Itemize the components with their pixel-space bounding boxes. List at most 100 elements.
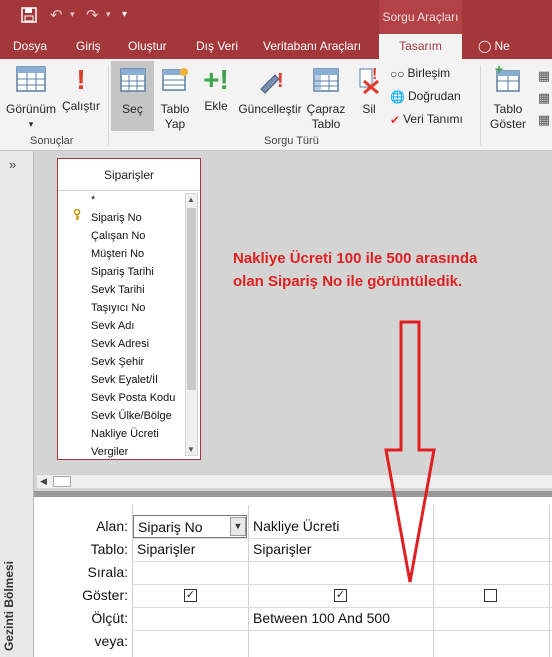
scroll-up-icon[interactable]: ▲	[187, 195, 195, 204]
data-definition-icon: ✔	[390, 112, 401, 127]
make-table-button[interactable]: Tablo Yap	[155, 65, 195, 135]
union-button[interactable]: ○○ Birleşim	[390, 63, 450, 83]
select-query-icon	[111, 65, 154, 98]
tell-me-box[interactable]: ◯Ne yapmak	[478, 34, 552, 78]
update-button[interactable]: ! Güncelleştir	[235, 65, 305, 131]
append-icon: +!	[203, 64, 229, 95]
show-checkbox[interactable]: ✓	[184, 589, 197, 602]
delete-label: Sil	[362, 102, 376, 116]
undo-dropdown-icon[interactable]: ▾	[70, 9, 75, 20]
svg-text:+: +	[495, 65, 503, 77]
show-table-label: Tablo Göster	[489, 102, 526, 131]
show-table-button[interactable]: + Tablo Göster	[486, 61, 530, 135]
field-item[interactable]: Sevk Şehir	[58, 353, 184, 371]
key-icon	[73, 208, 81, 227]
scrollbar-thumb[interactable]	[187, 208, 196, 390]
tab-olustur[interactable]: Oluştur	[128, 34, 167, 59]
query-design-grid: Alan: Tablo: Sırala: Göster: Ölçüt: veya…	[34, 497, 552, 657]
show-table-icon: +	[486, 61, 530, 98]
table-cell[interactable]	[434, 538, 548, 561]
navigation-pane-label[interactable]: Gezinti Bölmesi	[2, 561, 16, 651]
make-table-icon	[155, 65, 195, 98]
select-query-label: Seç	[122, 102, 143, 116]
crosstab-button[interactable]: Çapraz Tablo	[305, 65, 347, 135]
redo-icon[interactable]: ↷	[86, 6, 99, 24]
field-item[interactable]: Sevk Posta Kodu	[58, 389, 184, 407]
separator	[480, 65, 481, 145]
union-icon: ○○	[390, 66, 405, 81]
row-label-or: veya:	[94, 633, 128, 649]
field-item[interactable]: Müşteri No	[58, 245, 184, 263]
navigation-pane: » Gezinti Bölmesi	[0, 151, 34, 657]
query-design-upper-pane: Siparişler * Sipariş No Çalışan No Müşte…	[34, 151, 552, 491]
field-cell[interactable]	[434, 515, 548, 538]
run-button-label: Çalıştır	[61, 99, 100, 113]
row-label-table: Tablo:	[90, 541, 128, 557]
field-list-scrollbar[interactable]: ▲ ▼	[185, 193, 198, 456]
show-checkbox[interactable]: ✓	[334, 589, 347, 602]
tab-giris[interactable]: Giriş	[76, 34, 101, 59]
svg-text:!: !	[372, 66, 377, 83]
update-icon: !	[235, 65, 305, 98]
horizontal-scrollbar[interactable]: ◀	[37, 474, 552, 488]
tab-dosya[interactable]: Dosya	[13, 34, 47, 59]
criteria-cell[interactable]: Between 100 And 500	[249, 607, 432, 630]
sort-cell[interactable]	[133, 561, 247, 584]
scrollbar-thumb[interactable]	[53, 476, 71, 487]
grid-column-divider	[549, 505, 550, 657]
run-button[interactable]: ! Çalıştır	[58, 65, 104, 131]
globe-icon: 🌐	[390, 89, 405, 104]
append-label: Ekle	[204, 99, 228, 113]
field-item[interactable]: Sevk Eyalet/İl	[58, 371, 184, 389]
pass-through-button[interactable]: 🌐 Doğrudan	[390, 86, 461, 106]
tab-veritabani-araclari[interactable]: Veritabanı Araçları	[263, 34, 361, 59]
tab-dis-veri[interactable]: Dış Veri	[196, 34, 238, 59]
field-item[interactable]: Vergiler	[58, 443, 184, 461]
table-field-list[interactable]: Siparişler * Sipariş No Çalışan No Müşte…	[57, 158, 201, 460]
field-item[interactable]: Sevk Adresi	[58, 335, 184, 353]
field-item[interactable]: Nakliye Ücreti	[58, 425, 184, 443]
table-title[interactable]: Siparişler	[58, 159, 200, 191]
row-label-criteria: Ölçüt:	[91, 610, 128, 626]
view-button[interactable]: Görünüm ▾	[5, 65, 57, 131]
save-icon[interactable]	[21, 7, 37, 27]
update-label: Güncelleştir	[238, 102, 302, 116]
field-item[interactable]: Sevk Tarihi	[58, 281, 184, 299]
ribbon: Görünüm ▾ ! Çalıştır Seç Tablo Yap +! Ek…	[0, 59, 552, 151]
delete-button[interactable]: ! Sil	[354, 65, 384, 131]
down-arrow-icon	[384, 320, 436, 583]
table-cell[interactable]: Siparişler	[133, 538, 247, 561]
annotation-line: olan Sipariş No ile görüntüledik.	[233, 273, 463, 290]
expand-nav-icon[interactable]: »	[9, 157, 16, 172]
or-cell[interactable]	[249, 630, 432, 653]
append-button[interactable]: +! Ekle	[199, 65, 233, 131]
row-label-field: Alan:	[96, 518, 128, 534]
field-dropdown-icon[interactable]: ▼	[230, 517, 246, 536]
criteria-cell[interactable]	[133, 607, 247, 630]
field-item[interactable]: Sevk Ülke/Bölge	[58, 407, 184, 425]
field-item-primary-key[interactable]: Sipariş No	[58, 208, 184, 227]
data-definition-button[interactable]: ✔ Veri Tanımı	[390, 109, 463, 129]
field-label: Sipariş No	[91, 212, 142, 224]
select-query-button[interactable]: Seç	[111, 61, 154, 131]
field-item[interactable]: Sevk Adı	[58, 317, 184, 335]
criteria-cell[interactable]	[434, 607, 548, 630]
show-checkbox[interactable]	[484, 589, 497, 602]
redo-dropdown-icon[interactable]: ▾	[106, 9, 111, 20]
field-item[interactable]: Taşıyıcı No	[58, 299, 184, 317]
field-item[interactable]: *	[58, 191, 184, 209]
contextual-tab-title: Sorgu Araçları	[379, 0, 462, 34]
field-item[interactable]: Çalışan No	[58, 227, 184, 245]
or-cell[interactable]	[133, 630, 247, 653]
title-bar: ↶ ▾ ↷ ▾ ▾ Sorgu Araçları	[0, 0, 552, 34]
scroll-down-icon[interactable]: ▼	[187, 445, 195, 454]
group-label-query-type: Sorgu Türü	[264, 135, 319, 147]
scroll-left-icon[interactable]: ◀	[40, 476, 47, 487]
customize-quick-access-icon[interactable]: ▾	[122, 9, 127, 20]
insert-rows-button[interactable]: ▦ ▦ ▦	[536, 65, 552, 131]
field-item[interactable]: Sipariş Tarihi	[58, 263, 184, 281]
tab-tasarim[interactable]: Tasarım	[379, 34, 462, 59]
field-list: * Sipariş No Çalışan No Müşteri No Sipar…	[58, 191, 184, 461]
union-label: Birleşim	[407, 66, 451, 80]
undo-icon[interactable]: ↶	[50, 6, 63, 24]
